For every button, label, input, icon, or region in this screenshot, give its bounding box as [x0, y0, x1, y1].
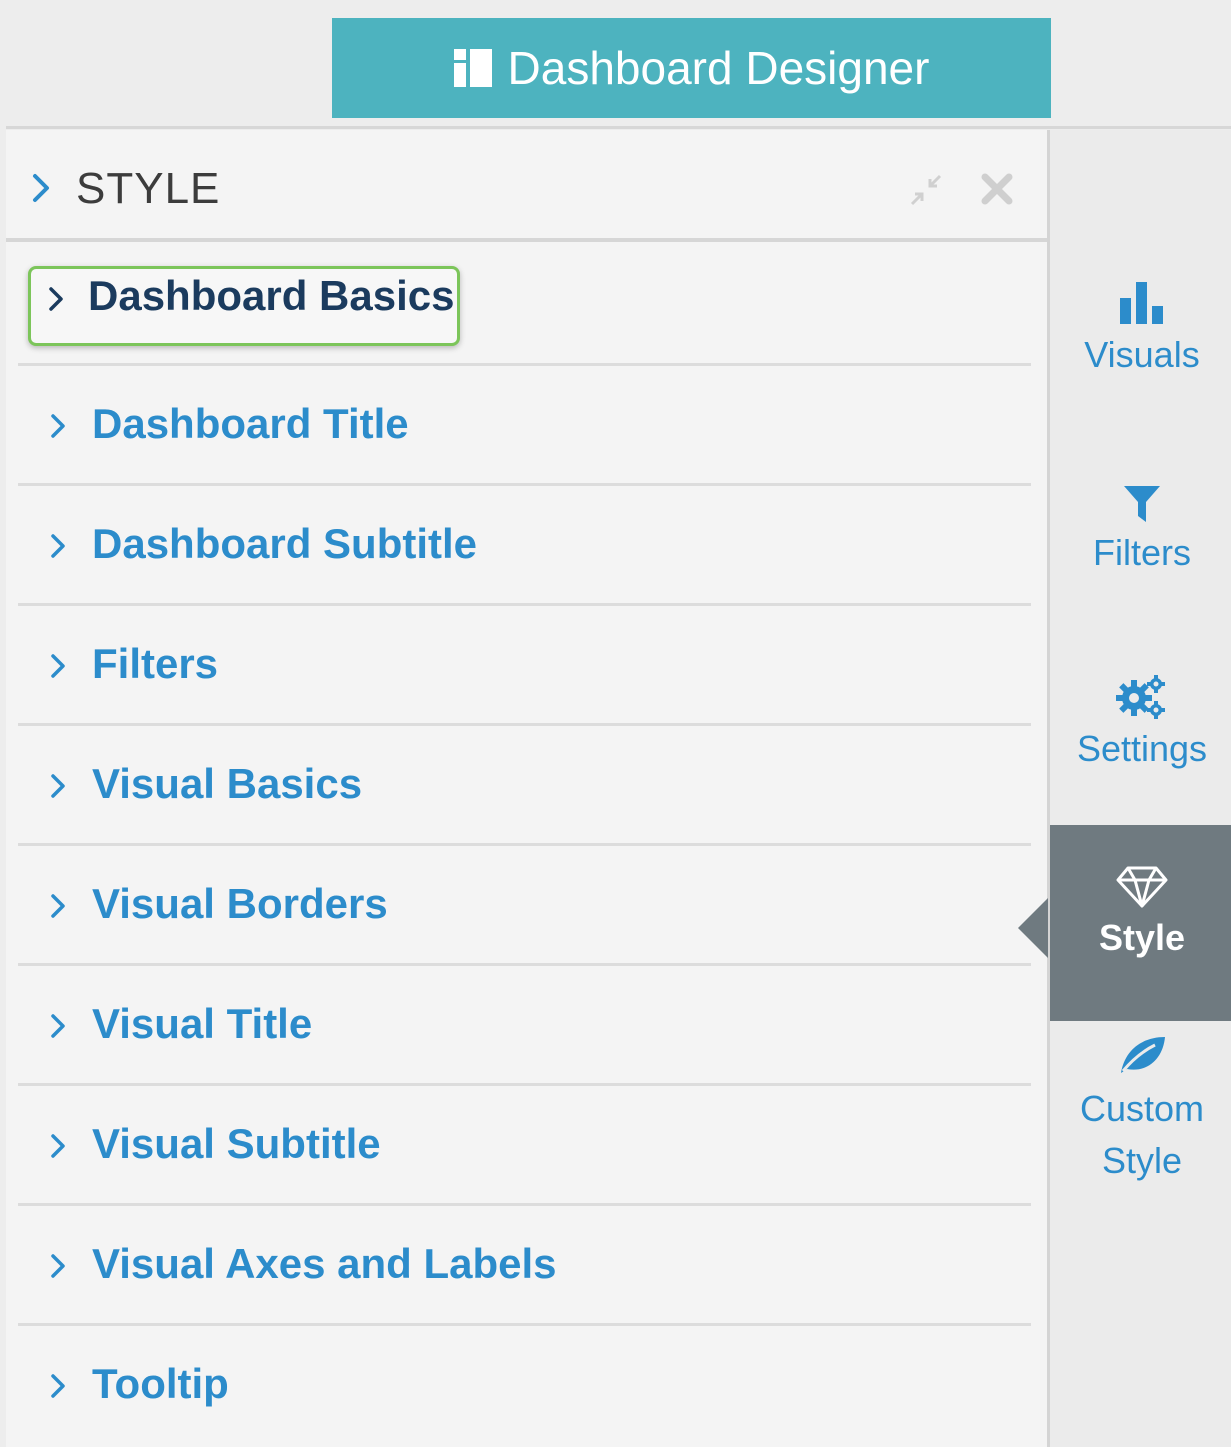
chevron-right-icon[interactable]: [32, 173, 50, 203]
sidebar-item-label: Visuals: [1084, 334, 1200, 375]
header-divider: [6, 126, 1231, 129]
section-label: Visual Basics: [92, 760, 363, 807]
style-panel: STYLE Dashboard Basics Dashboard Title D…: [6, 130, 1047, 1447]
section-label: Dashboard Title: [92, 400, 409, 447]
sidebar-item-label-line2: Style: [1101, 1140, 1183, 1181]
chevron-right-icon: [51, 1014, 65, 1038]
chevron-right-icon: [51, 894, 65, 918]
chevron-right-icon: [49, 287, 63, 311]
section-label: Visual Axes and Labels: [92, 1240, 557, 1287]
section-label: Dashboard Subtitle: [92, 520, 478, 567]
compress-icon[interactable]: [906, 170, 946, 210]
section-dashboard-basics[interactable]: Dashboard Basics: [18, 246, 1031, 366]
chevron-right-icon: [51, 1374, 65, 1398]
header-title: Dashboard Designer: [507, 42, 930, 94]
sidebar-item-settings[interactable]: Settings: [1050, 674, 1231, 770]
chevron-right-icon: [51, 774, 65, 798]
style-sections-list: Dashboard Basics Dashboard Title Dashboa…: [18, 246, 1031, 1446]
designer-sidebar: Visuals Filters Settings Style Custom St…: [1047, 130, 1231, 1447]
chevron-right-icon: [51, 1254, 65, 1278]
gears-icon: [1116, 675, 1165, 719]
sidebar-item-label: Filters: [1093, 532, 1191, 573]
sidebar-item-label: Settings: [1076, 728, 1208, 769]
funnel-icon: [1124, 486, 1160, 522]
sidebar-item-filters[interactable]: Filters: [1050, 484, 1231, 574]
dashboard-designer-app: Dashboard Designer STYLE Dashboard Basic…: [0, 0, 1231, 1447]
section-dashboard-title[interactable]: Dashboard Title: [18, 366, 1031, 486]
dashboard-icon: [453, 49, 492, 87]
sidebar-item-visuals[interactable]: Visuals: [1050, 280, 1231, 376]
panel-header: STYLE: [6, 130, 1047, 242]
section-visual-basics[interactable]: Visual Basics: [18, 726, 1031, 846]
section-tooltip[interactable]: Tooltip: [18, 1326, 1031, 1446]
active-tab-pointer: [1018, 898, 1048, 958]
chevron-right-icon: [51, 654, 65, 678]
chevron-right-icon: [51, 1134, 65, 1158]
chevron-right-icon: [51, 414, 65, 438]
leaf-icon: [1121, 1037, 1165, 1073]
sidebar-item-label-line1: Custom: [1079, 1088, 1205, 1129]
section-label: Visual Subtitle: [92, 1120, 381, 1167]
section-visual-borders[interactable]: Visual Borders: [18, 846, 1031, 966]
close-icon[interactable]: [978, 170, 1016, 208]
sidebar-item-style[interactable]: Style: [1050, 825, 1231, 1021]
chevron-right-icon: [51, 534, 65, 558]
section-label: Visual Title: [92, 1000, 313, 1047]
section-label: Filters: [92, 640, 219, 687]
diamond-icon: [1116, 866, 1168, 908]
dashboard-designer-tab[interactable]: Dashboard Designer: [332, 18, 1051, 118]
bar-chart-icon: [1120, 282, 1163, 324]
section-dashboard-subtitle[interactable]: Dashboard Subtitle: [18, 486, 1031, 606]
section-label: Tooltip: [92, 1360, 229, 1407]
section-filters[interactable]: Filters: [18, 606, 1031, 726]
sidebar-item-label: Style: [1098, 917, 1186, 958]
section-visual-subtitle[interactable]: Visual Subtitle: [18, 1086, 1031, 1206]
sidebar-item-custom-style[interactable]: Custom Style: [1050, 1035, 1231, 1187]
section-label: Visual Borders: [92, 880, 388, 927]
section-label: Dashboard Basics: [88, 272, 455, 319]
section-visual-axes-and-labels[interactable]: Visual Axes and Labels: [18, 1206, 1031, 1326]
panel-title: STYLE: [76, 164, 221, 213]
section-visual-title[interactable]: Visual Title: [18, 966, 1031, 1086]
